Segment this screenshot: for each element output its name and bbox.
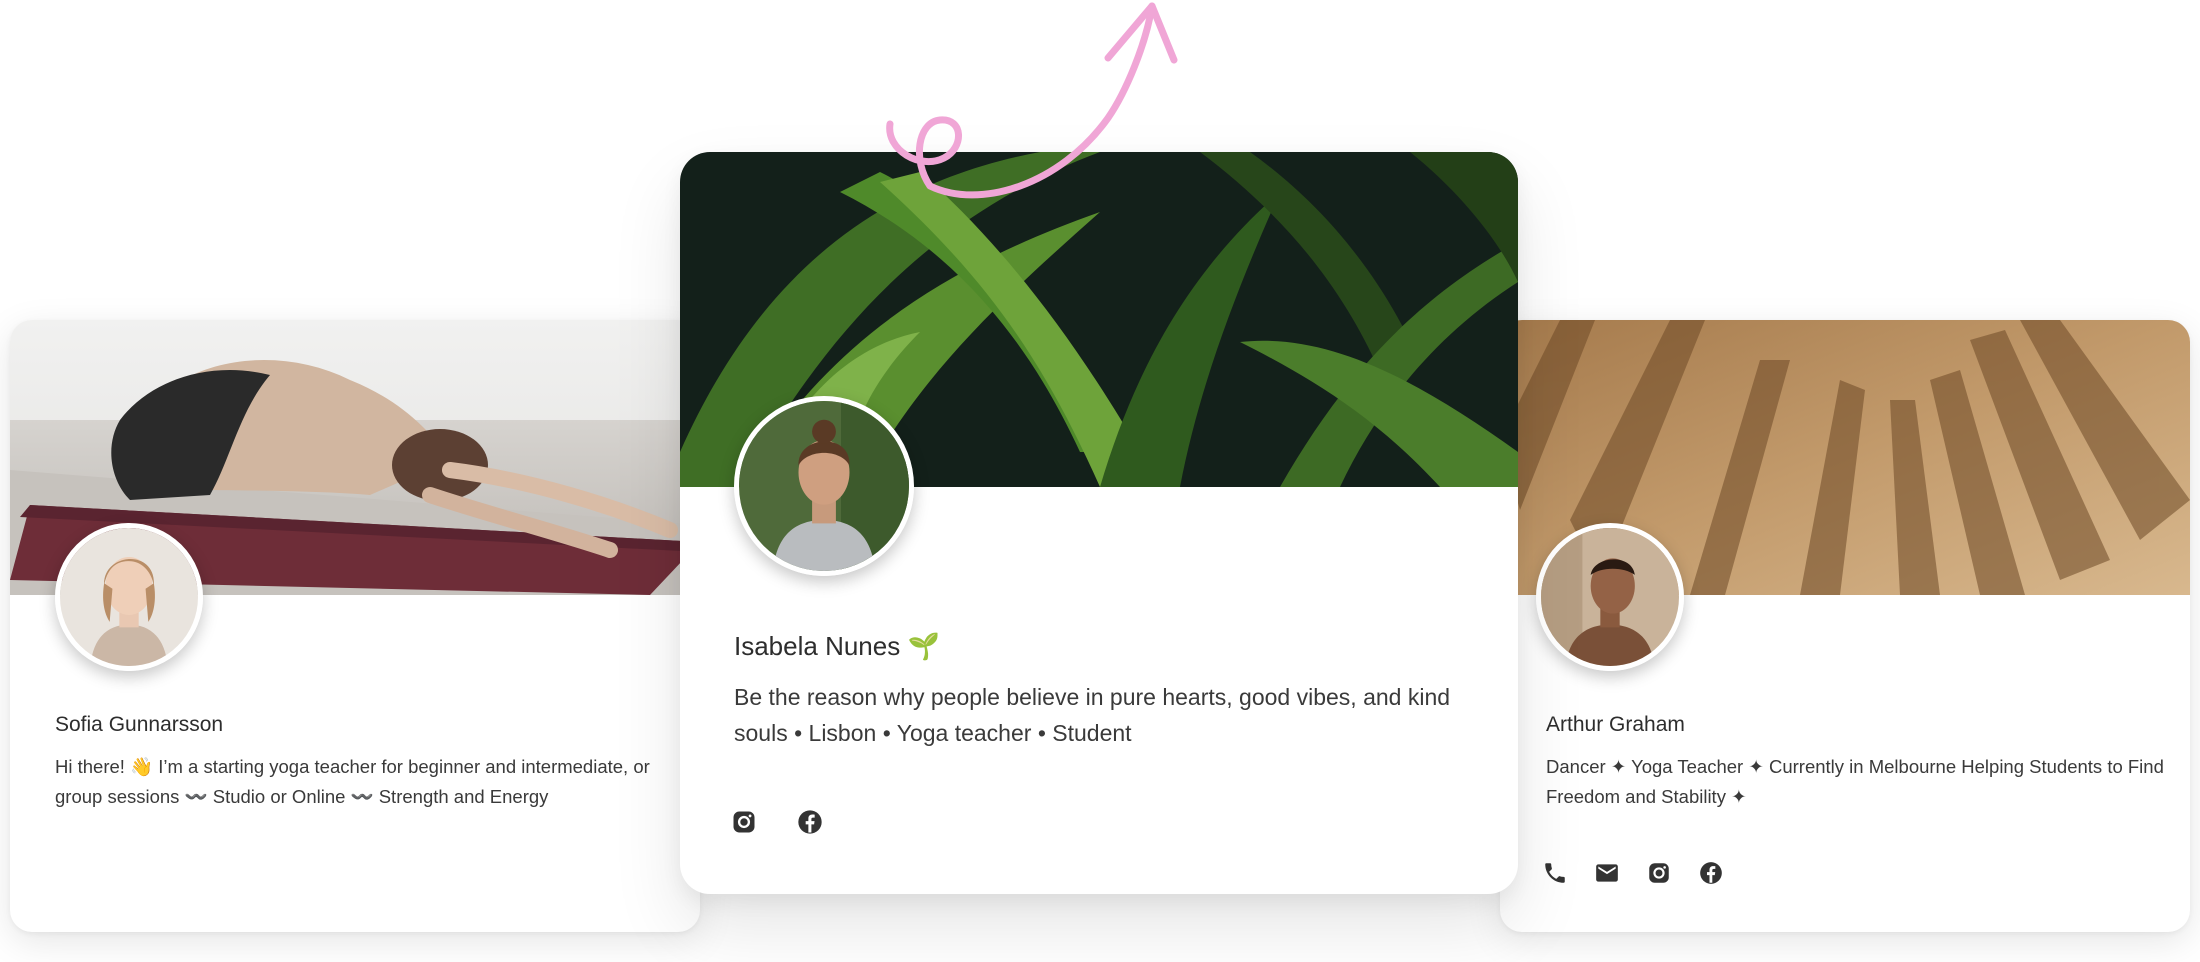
avatar[interactable]	[55, 523, 203, 671]
social-links	[1542, 860, 1724, 886]
social-links	[730, 808, 824, 836]
profile-card-isabela[interactable]: Isabela Nunes 🌱 Be the reason why people…	[680, 152, 1518, 894]
profile-bio: Hi there! 👋 I’m a starting yoga teacher …	[55, 756, 650, 807]
facebook-icon[interactable]	[1698, 860, 1724, 886]
profile-name-text: Isabela Nunes	[734, 631, 901, 661]
profile-card-sofia[interactable]: Sofia Gunnarsson Hi there! 👋 I’m a start…	[10, 320, 700, 932]
phone-icon[interactable]	[1542, 860, 1568, 886]
avatar[interactable]	[1536, 523, 1684, 671]
profile-bio: Be the reason why people believe in pure…	[734, 684, 1451, 746]
facebook-icon[interactable]	[796, 808, 824, 836]
profile-bio: Dancer ✦ Yoga Teacher ✦ Currently in Mel…	[1546, 756, 2164, 807]
avatar[interactable]	[734, 396, 914, 576]
profile-name: Sofia Gunnarsson	[55, 713, 224, 736]
mail-icon[interactable]	[1594, 860, 1620, 886]
instagram-icon[interactable]	[1646, 860, 1672, 886]
profile-name: Arthur Graham	[1546, 713, 1685, 736]
profile-cards-showcase: Sofia Gunnarsson Hi there! 👋 I’m a start…	[0, 0, 2200, 962]
instagram-icon[interactable]	[730, 808, 758, 836]
seedling-icon: 🌱	[907, 632, 940, 662]
profile-name: Isabela Nunes 🌱	[734, 631, 940, 662]
profile-card-arthur[interactable]: Arthur Graham Dancer ✦ Yoga Teacher ✦ Cu…	[1500, 320, 2190, 932]
